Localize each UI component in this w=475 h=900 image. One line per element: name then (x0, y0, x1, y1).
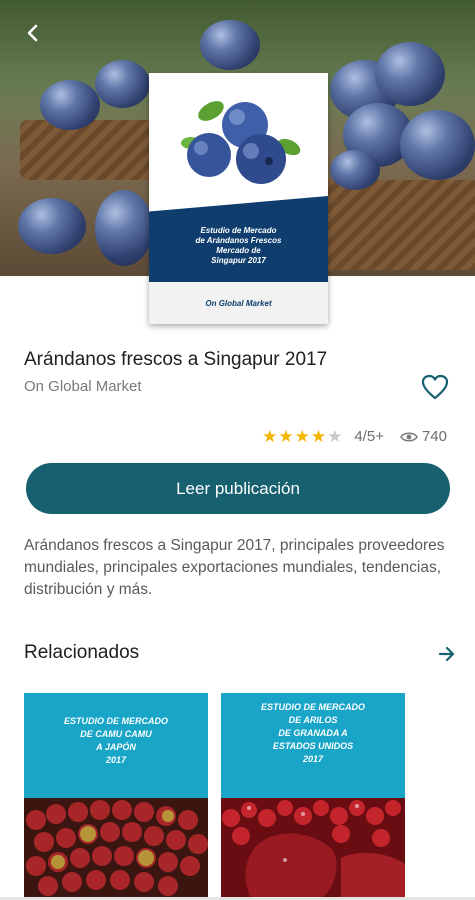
book-publisher[interactable]: On Global Market (24, 378, 142, 395)
related-card-granada[interactable]: ESTUDIO DE MERCADO DE ARILOS DE GRANADA … (221, 693, 405, 898)
related-card-text: ESTUDIO DE MERCADO DE ARILOS DE GRANADA … (260, 702, 365, 764)
related-heading: Relacionados (24, 642, 140, 663)
blueberry (40, 80, 100, 130)
blueberry (95, 190, 153, 266)
basket-right (320, 180, 475, 270)
arrow-back-icon (27, 24, 38, 42)
blueberry (330, 150, 380, 190)
arrow-forward-icon (438, 646, 455, 662)
blueberry (18, 198, 86, 254)
related-more-button[interactable] (436, 643, 458, 665)
star-filled-icon: ★ (294, 427, 310, 446)
blueberry (95, 60, 150, 108)
eye-icon (400, 432, 418, 441)
views-value: 740 (421, 428, 447, 445)
back-button[interactable] (18, 18, 48, 48)
star-rating: ★ ★ ★ ★ ★ (262, 428, 342, 445)
camu-camu-fruit-image (24, 798, 208, 898)
blueberry (200, 20, 260, 70)
cover-title: Estudio de Mercado de Arándanos Frescos … (195, 226, 282, 265)
blueberry (400, 110, 475, 180)
pomegranate-image (221, 798, 405, 898)
views-count: 740 (400, 428, 447, 445)
star-empty-icon: ★ (327, 427, 343, 446)
blueberry (375, 42, 445, 106)
related-card-text: ESTUDIO DE MERCADO DE CAMU CAMU A JAPÓN … (63, 716, 168, 765)
favorite-button[interactable] (420, 373, 450, 401)
star-filled-icon: ★ (262, 427, 278, 446)
book-title: Arándanos frescos a Singapur 2017 (24, 349, 328, 370)
rating-text: 4/5+ (354, 428, 384, 445)
rating-row: ★ ★ ★ ★ ★ 4/5+ 740 (262, 428, 447, 445)
book-description: Arándanos frescos a Singapur 2017, princ… (24, 537, 445, 598)
cover-publisher: On Global Market (205, 298, 272, 308)
related-card-camu-camu[interactable]: ESTUDIO DE MERCADO DE CAMU CAMU A JAPÓN … (24, 693, 208, 898)
book-cover: Estudio de Mercado de Arándanos Frescos … (149, 73, 328, 324)
star-filled-icon: ★ (278, 427, 294, 446)
star-filled-icon: ★ (310, 427, 327, 446)
heart-outline-icon (421, 374, 449, 400)
cover-footer: On Global Market (149, 282, 328, 324)
blueberries-illustration (181, 101, 301, 184)
read-publication-button[interactable]: Leer publicación (26, 463, 450, 514)
basket-left (20, 120, 160, 180)
